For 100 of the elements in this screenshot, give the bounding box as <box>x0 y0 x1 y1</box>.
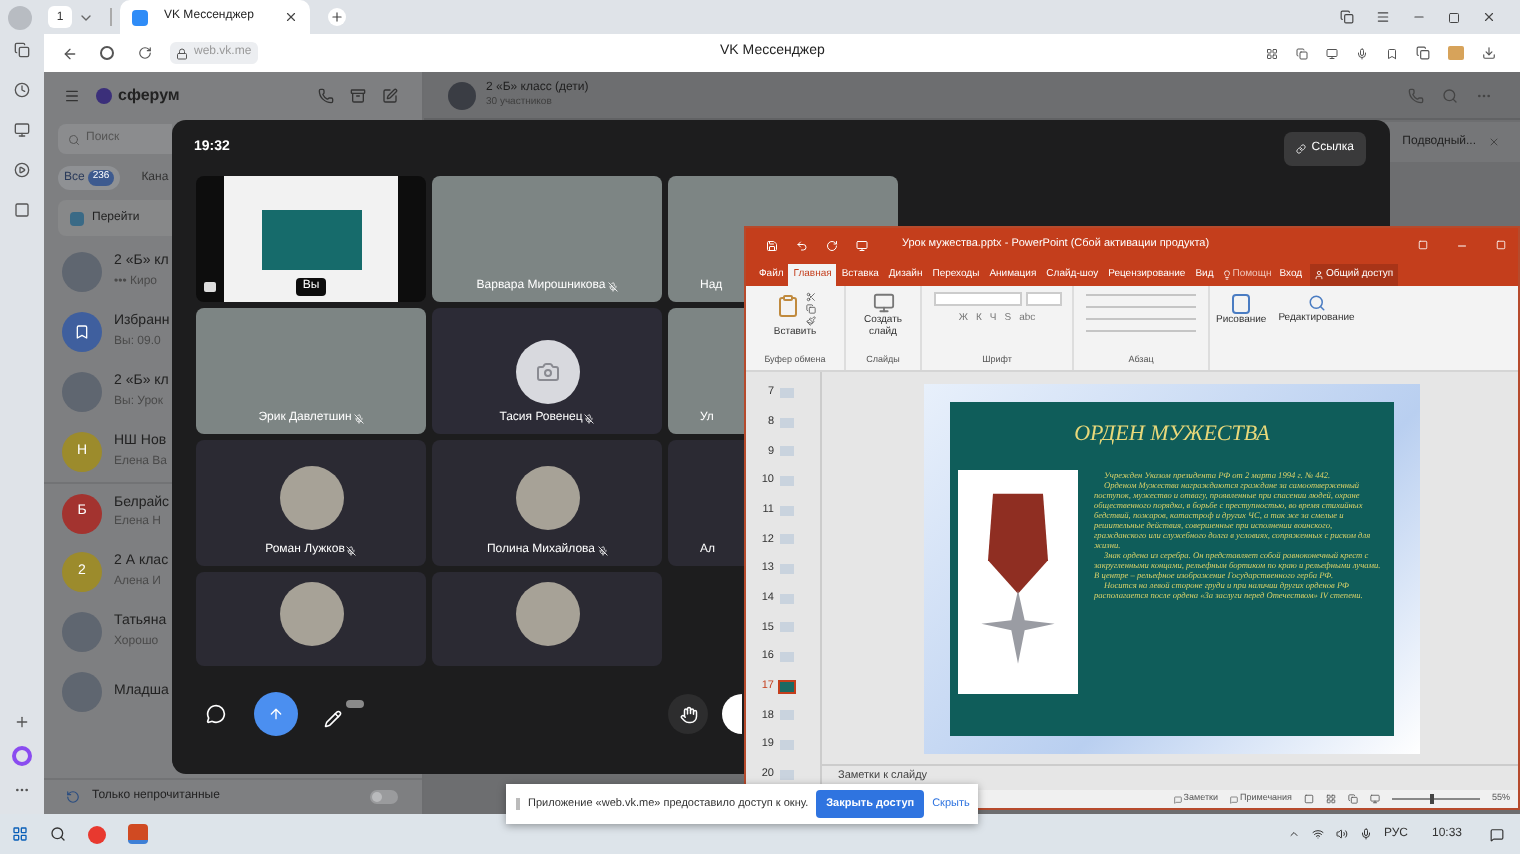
share-screen-button[interactable] <box>254 692 298 736</box>
slide-thumbnail[interactable] <box>780 681 794 692</box>
minimize-icon[interactable] <box>1412 10 1426 24</box>
slide-thumbnail[interactable] <box>780 475 794 486</box>
menu-icon[interactable] <box>64 88 80 104</box>
normal-view-icon[interactable] <box>1303 794 1314 804</box>
screen-icon[interactable] <box>1326 47 1338 59</box>
close-icon[interactable] <box>284 10 298 24</box>
refresh-icon <box>66 790 80 804</box>
sorter-view-icon[interactable] <box>1325 794 1336 804</box>
maximize-icon[interactable] <box>1448 11 1460 23</box>
slide-thumbnail[interactable] <box>780 652 794 663</box>
avatar <box>62 612 102 652</box>
search-icon[interactable] <box>50 826 66 842</box>
download-icon[interactable] <box>1482 46 1496 60</box>
slide-thumbnail[interactable] <box>780 387 794 398</box>
notifications-icon[interactable] <box>1490 827 1504 841</box>
logo: сферум <box>118 84 180 108</box>
new-slide-icon[interactable] <box>871 292 895 314</box>
mic-icon[interactable] <box>1356 47 1368 59</box>
tabs-icon[interactable] <box>14 42 30 58</box>
extension-icon[interactable] <box>1416 46 1430 60</box>
compose-icon[interactable] <box>382 88 398 104</box>
browser-icon[interactable] <box>88 825 106 843</box>
start-icon[interactable] <box>12 826 28 842</box>
avatar <box>279 581 343 645</box>
back-icon[interactable] <box>62 45 78 61</box>
avatar <box>62 372 102 412</box>
close-icon[interactable] <box>1482 10 1496 24</box>
reading-view-icon[interactable] <box>1347 794 1358 804</box>
lock-icon <box>176 47 188 59</box>
avatar <box>515 465 579 529</box>
hand-icon <box>679 705 697 723</box>
mic-icon[interactable] <box>1359 828 1372 840</box>
copy-icon[interactable] <box>805 304 815 314</box>
grid-icon[interactable] <box>1266 47 1278 59</box>
screen-icon[interactable] <box>14 122 30 138</box>
ribbon-options-icon[interactable] <box>1418 240 1428 250</box>
toggle-switch[interactable] <box>370 790 398 804</box>
comment-icon <box>1230 795 1238 803</box>
link-icon <box>1295 143 1306 153</box>
person-icon <box>1314 270 1325 280</box>
camera-button[interactable] <box>722 694 742 734</box>
zoom-thumb[interactable] <box>1429 794 1434 804</box>
redo-icon[interactable] <box>826 239 838 251</box>
copy-icon[interactable] <box>1296 47 1308 59</box>
history-icon[interactable] <box>14 82 30 98</box>
notes-icon <box>1173 795 1182 803</box>
new-tab-icon[interactable] <box>328 8 346 26</box>
lightbulb-icon <box>1222 270 1233 280</box>
minimize-icon[interactable] <box>1456 239 1468 251</box>
slide-thumbnail[interactable] <box>780 710 794 721</box>
call-icon[interactable] <box>1408 87 1424 103</box>
raise-hand-button[interactable] <box>668 694 708 734</box>
camera-off-icon <box>515 339 579 403</box>
avatar <box>62 252 102 292</box>
bookmark-icon[interactable] <box>1386 47 1398 59</box>
slide-title: ОРДЕН МУЖЕСТВА <box>1074 420 1270 450</box>
slide-thumbnail[interactable] <box>780 417 794 428</box>
font-size-field[interactable] <box>1025 292 1061 306</box>
archive-icon[interactable] <box>350 88 366 104</box>
undo-icon[interactable] <box>796 239 808 251</box>
menu-icon[interactable] <box>1376 10 1390 24</box>
counter-icon[interactable] <box>14 202 30 218</box>
search-icon <box>68 133 80 145</box>
play-icon[interactable] <box>14 162 30 178</box>
cut-icon[interactable] <box>805 292 815 302</box>
font-name-field[interactable] <box>933 292 1021 306</box>
chevron-icon[interactable] <box>1287 828 1300 840</box>
logo-icon <box>96 88 112 104</box>
arrow-up-icon <box>268 706 284 722</box>
save-icon[interactable] <box>766 239 778 251</box>
format-painter-icon[interactable] <box>805 316 815 326</box>
slide-thumbnail[interactable] <box>780 563 794 574</box>
slide-thumbnail[interactable] <box>780 446 794 457</box>
slide-thumbnail[interactable] <box>780 740 794 751</box>
assistant-icon[interactable] <box>12 746 32 766</box>
paste-icon[interactable] <box>775 292 799 320</box>
collections-icon[interactable] <box>1340 10 1354 24</box>
reload-icon[interactable] <box>138 46 152 60</box>
avatar <box>279 465 343 529</box>
avatar <box>62 672 102 712</box>
shapes-icon[interactable] <box>1232 294 1251 314</box>
group-avatar <box>448 81 476 109</box>
call-icon[interactable] <box>318 88 334 104</box>
presentation-app-icon[interactable] <box>128 824 148 844</box>
network-icon[interactable] <box>1311 828 1324 840</box>
volume-icon[interactable] <box>1335 828 1348 840</box>
slide-thumbnail[interactable] <box>780 534 794 545</box>
browser-logo-icon[interactable] <box>100 46 114 60</box>
add-icon[interactable] <box>14 714 30 730</box>
chat-app-icon <box>132 9 148 25</box>
pencil-icon[interactable] <box>324 700 364 728</box>
chat-icon[interactable] <box>206 704 226 724</box>
avatar <box>515 581 579 645</box>
slideshow-icon[interactable] <box>1369 794 1380 804</box>
slide-thumbnail[interactable] <box>780 622 794 633</box>
slide-thumbnail[interactable] <box>780 769 794 780</box>
slide-thumbnail[interactable] <box>780 593 794 604</box>
slide-thumbnail[interactable] <box>780 505 794 516</box>
